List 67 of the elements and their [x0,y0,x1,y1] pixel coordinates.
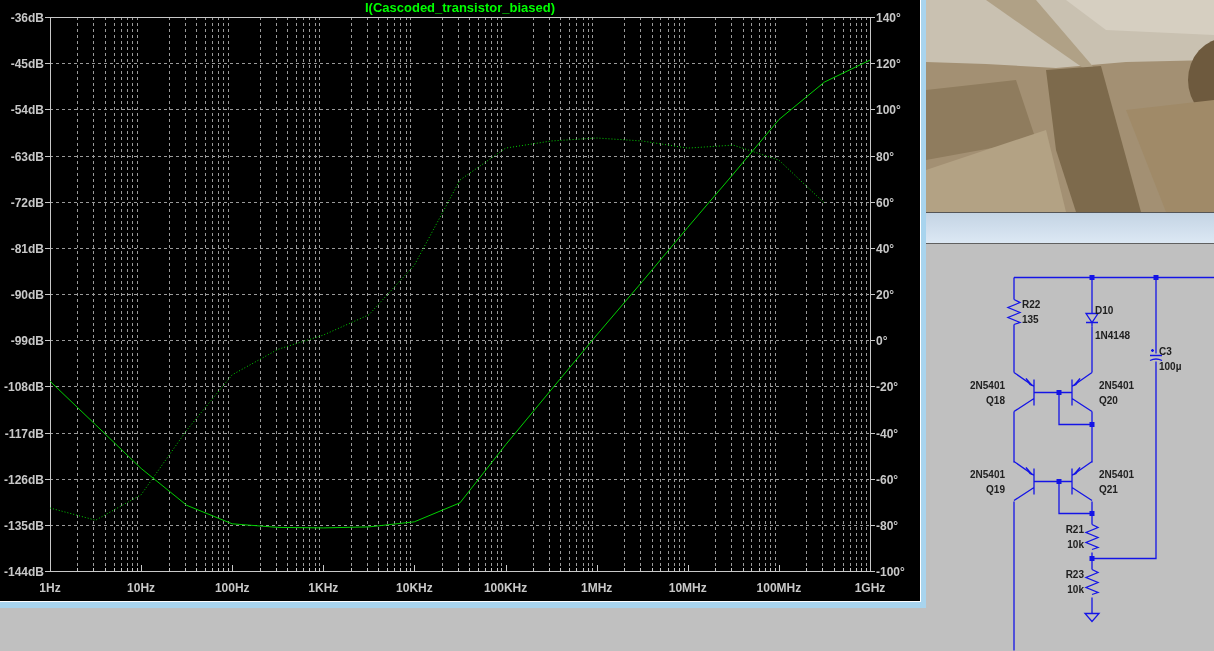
component-label: R21 [1065,523,1084,535]
component-label: 2N5401 [1099,379,1135,391]
x-tick-label: 100Hz [214,581,250,595]
component-label: 100µ [1159,360,1182,372]
component-label: 10k [1067,583,1084,595]
component-label: R22 [1022,298,1041,310]
component-label: C3 [1159,345,1172,357]
chart-title: I(Cascoded_transistor_biased) [365,0,555,15]
component-label: Q18 [986,394,1005,406]
component-label: 1N4148 [1095,329,1131,341]
resistor-symbol [1084,523,1100,551]
y2-tick-label: -20° [876,379,899,394]
y-tick-label: -117dB [4,426,44,441]
x-tick-label: 10KHz [396,581,433,595]
component-label: 10k [1067,538,1084,550]
x-tick-label: 1MHz [581,581,613,595]
transistor-symbol [1071,371,1093,413]
y-tick-label: -108dB [4,379,44,394]
wire [1091,596,1093,615]
y2-tick-label: -80° [876,518,899,533]
y2-tick-label: 140° [876,10,901,25]
y-tick-label: -45dB [10,56,44,71]
x-tick-label: 1GHz [854,581,886,595]
wire [1013,410,1015,464]
y2-tick-label: -100° [876,564,905,579]
y2-tick-label: 100° [876,102,901,117]
component-label: Q21 [1099,483,1118,495]
y2-tick-label: 120° [876,56,901,71]
x-tick-label: 100MHz [756,581,802,595]
y2-tick-label: 0° [876,333,888,348]
wire [1013,323,1015,374]
y2-tick-label: 80° [876,149,895,164]
diode-symbol [1085,312,1100,328]
y-tick-label: -81dB [10,241,44,256]
component-label: Q20 [1099,394,1118,406]
transistor-symbol [1013,371,1035,413]
x-tick-label: 1Hz [39,581,61,595]
y-tick-label: -144dB [4,564,44,579]
x-tick-label: 100KHz [483,581,528,595]
y2-tick-label: 20° [876,287,895,302]
y-tick-label: -90dB [10,287,44,302]
x-tick-label: 10MHz [668,581,707,595]
x-tick-label: 1KHz [308,581,339,595]
transistor-symbol [1013,460,1035,502]
y2-tick-label: 40° [876,241,895,256]
y-tick-label: -63dB [10,149,44,164]
y-tick-label: -36dB [10,10,44,25]
y-tick-label: -72dB [10,195,44,210]
component-label: 2N5401 [969,468,1005,480]
component-label: 2N5401 [1099,468,1135,480]
component-label: R23 [1065,568,1084,580]
component-label: D10 [1095,304,1114,316]
x-tick-label: 10Hz [127,581,156,595]
component-label: Q19 [986,483,1005,495]
component-label: 2N5401 [969,379,1005,391]
ground-symbol [1083,612,1101,623]
transistor-symbol [1071,460,1093,502]
y-tick-label: -54dB [10,102,44,117]
y-tick-label: -99dB [10,333,44,348]
y-tick-label: -126dB [4,472,44,487]
component-label: 135 [1022,313,1039,325]
y2-tick-label: 60° [876,195,895,210]
y-tick-label: -135dB [4,518,44,533]
y2-tick-label: -60° [876,472,899,487]
resistor-symbol [1006,298,1022,326]
y2-tick-label: -40° [876,426,899,441]
resistor-symbol [1084,568,1100,596]
